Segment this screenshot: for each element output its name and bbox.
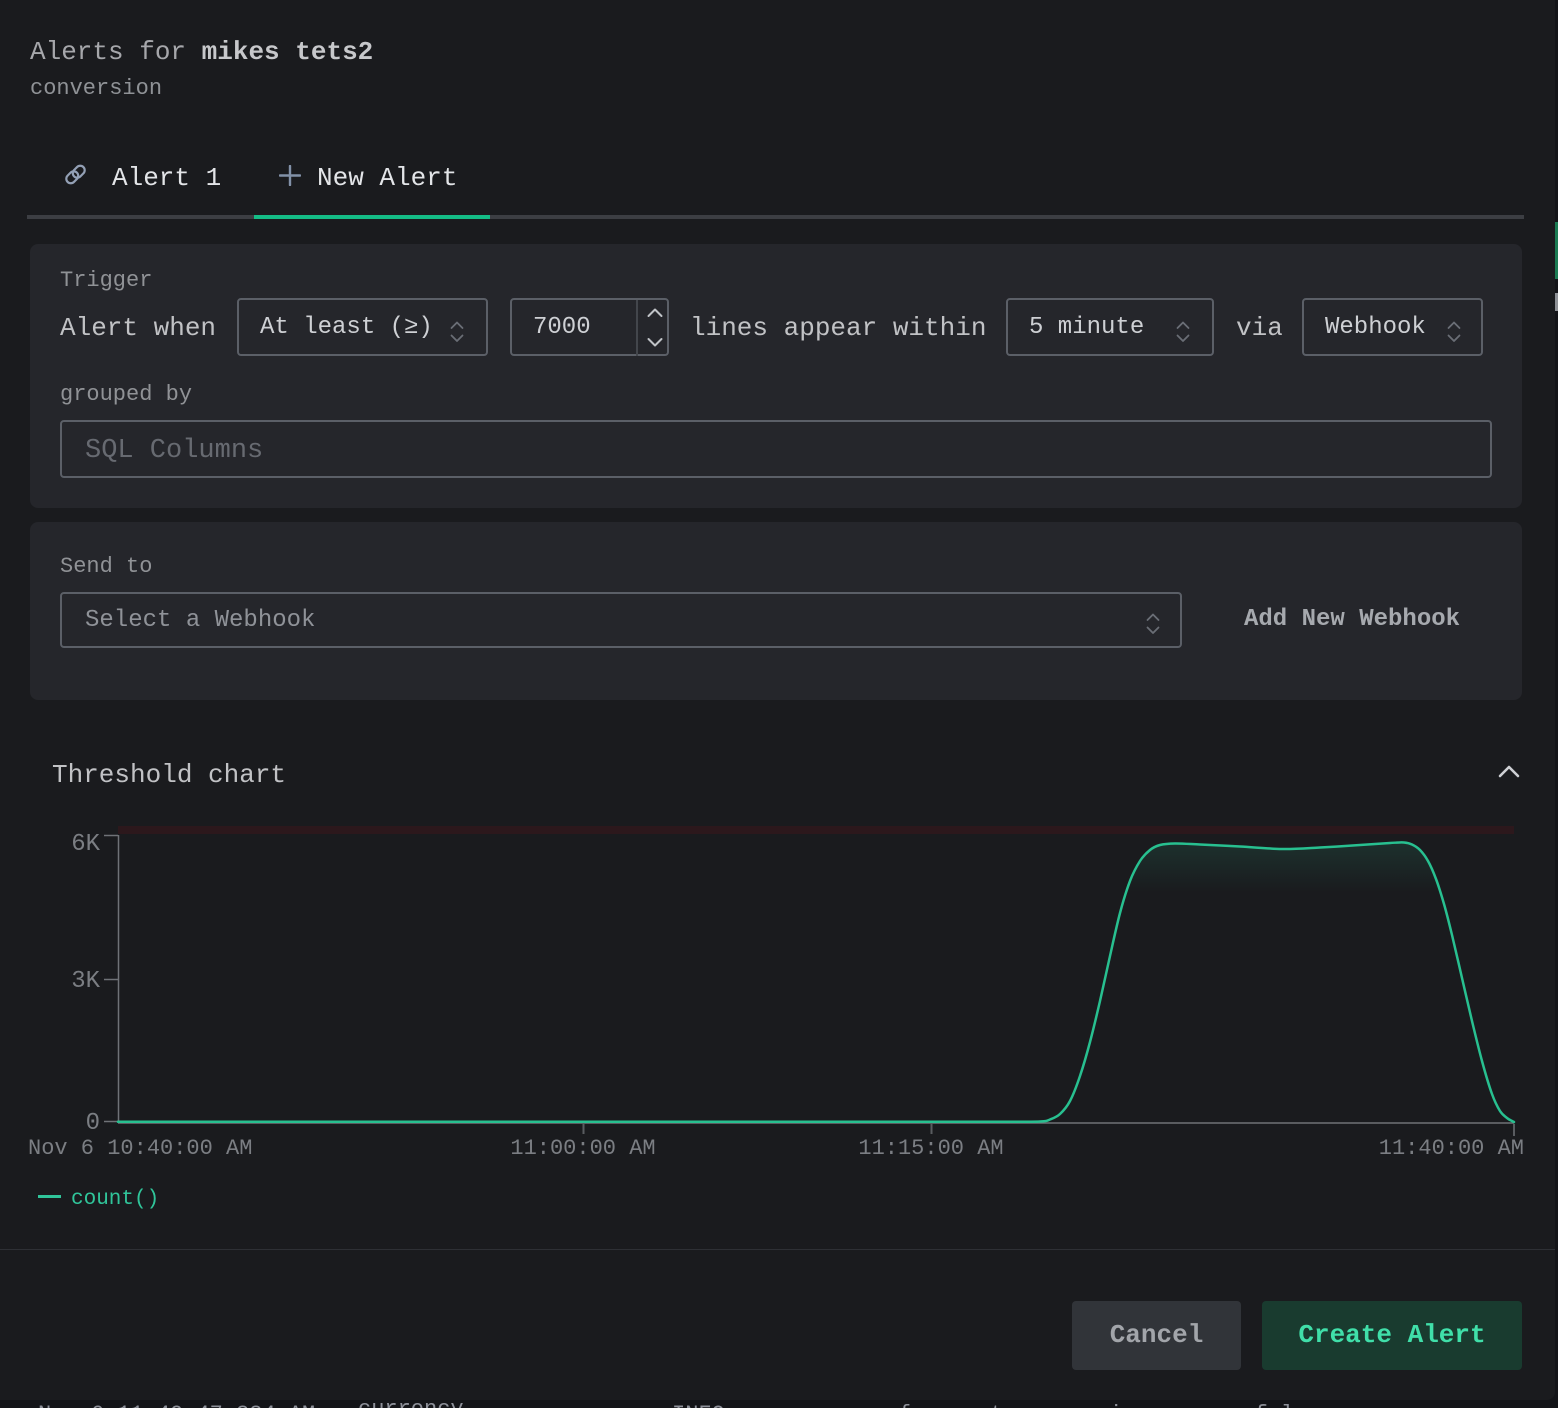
svg-text:11:00:00 AM: 11:00:00 AM (510, 1136, 655, 1161)
svg-text:0: 0 (86, 1110, 100, 1137)
svg-text:Nov 6 10:40:00 AM: Nov 6 10:40:00 AM (28, 1136, 252, 1161)
svg-text:11:15:00 AM: 11:15:00 AM (858, 1136, 1003, 1161)
svg-text:11:40:00 AM: 11:40:00 AM (1379, 1136, 1524, 1161)
svg-text:6K: 6K (71, 831, 100, 858)
svg-text:count(): count() (71, 1188, 159, 1211)
svg-text:3K: 3K (71, 968, 100, 995)
